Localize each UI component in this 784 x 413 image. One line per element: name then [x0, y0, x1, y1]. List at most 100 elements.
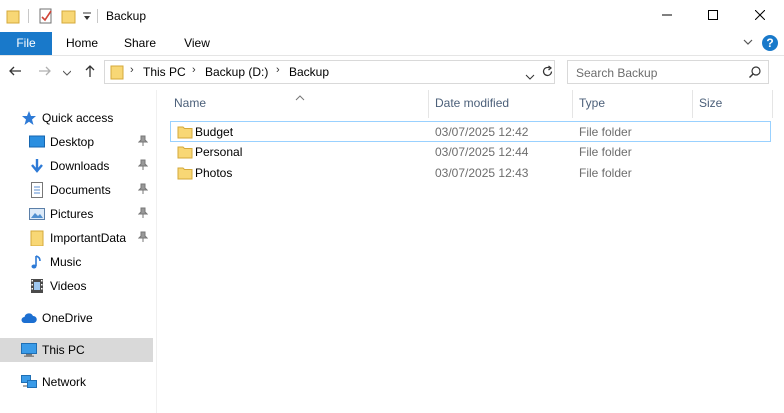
back-button[interactable] [6, 63, 24, 81]
breadcrumb-this-pc[interactable]: This PC [143, 65, 186, 79]
address-bar[interactable]: › This PC › Backup (D:) › Backup [104, 60, 555, 84]
column-separator[interactable] [692, 90, 693, 118]
folder-icon [110, 64, 124, 83]
cloud-icon [21, 310, 37, 326]
column-separator[interactable] [428, 90, 429, 118]
close-button[interactable] [736, 0, 784, 32]
column-separator[interactable] [572, 90, 573, 118]
back-arrow-icon [8, 65, 22, 80]
tab-home[interactable]: Home [58, 32, 106, 55]
sidebar-item-downloads[interactable]: Downloads [0, 154, 153, 178]
file-name: Photos [195, 166, 233, 180]
window-title: Backup [106, 9, 147, 23]
pin-icon [137, 159, 149, 174]
file-date-modified: 03/07/2025 12:42 [435, 125, 529, 139]
new-folder-icon[interactable] [61, 8, 77, 27]
sidebar-item-network[interactable]: Network [0, 370, 153, 394]
sidebar-item-label: Videos [50, 279, 87, 293]
pin-icon [137, 207, 149, 222]
recent-locations-button[interactable] [60, 63, 74, 81]
sidebar-item-this-pc[interactable]: This PC [0, 338, 153, 362]
column-header-type[interactable]: Type [579, 96, 605, 110]
sidebar-item-music[interactable]: Music [0, 250, 153, 274]
sidebar-item-label: Desktop [50, 135, 95, 149]
column-header-date-modified[interactable]: Date modified [435, 96, 509, 110]
minimize-button[interactable] [644, 0, 690, 32]
sidebar-item-onedrive[interactable]: OneDrive [0, 306, 153, 330]
sidebar-item-quick-access[interactable]: Quick access [0, 106, 153, 130]
table-row[interactable]: Budget 03/07/2025 12:42 File folder [170, 121, 771, 142]
computer-icon [21, 342, 37, 358]
sidebar-item-label: OneDrive [42, 311, 93, 325]
customize-dropdown-icon[interactable] [82, 11, 92, 25]
table-row[interactable]: Personal 03/07/2025 12:44 File folder [170, 142, 771, 163]
sidebar-item-label: Music [50, 255, 82, 269]
documents-icon [29, 182, 45, 198]
sidebar-item-pictures[interactable]: Pictures [0, 202, 153, 226]
sidebar-item-label: Quick access [42, 111, 114, 125]
breadcrumb-backup-drive[interactable]: Backup (D:) [205, 65, 268, 79]
folder-icon [29, 230, 45, 247]
pin-icon [137, 135, 149, 150]
file-type: File folder [579, 125, 632, 139]
search-box[interactable]: Search Backup [567, 60, 769, 84]
search-input[interactable]: Search Backup [576, 66, 657, 80]
folder-icon [177, 144, 193, 163]
search-icon[interactable] [748, 65, 762, 82]
sidebar-item-label: Documents [50, 183, 111, 197]
breadcrumb-separator-icon[interactable]: › [130, 64, 134, 76]
tab-file[interactable]: File [0, 32, 52, 55]
sidebar-item-label: Downloads [50, 159, 110, 173]
breadcrumb-separator-icon[interactable]: › [192, 64, 196, 76]
star-icon [21, 110, 37, 126]
file-name: Budget [195, 125, 234, 139]
file-date-modified: 03/07/2025 12:44 [435, 145, 529, 159]
table-row[interactable]: Photos 03/07/2025 12:43 File folder [170, 163, 771, 184]
column-header-name[interactable]: Name [174, 96, 206, 110]
toolbar-separator [28, 9, 29, 23]
properties-icon[interactable] [38, 8, 54, 27]
expand-ribbon-chevron-icon[interactable] [742, 36, 754, 51]
maximize-button[interactable] [690, 0, 736, 32]
recent-locations-chevron-icon [62, 65, 72, 79]
folder-icon[interactable] [6, 8, 20, 27]
folder-icon [177, 165, 193, 184]
music-icon [29, 254, 45, 270]
breadcrumb-backup[interactable]: Backup [289, 65, 329, 79]
sort-ascending-icon [295, 90, 305, 104]
up-arrow-icon [84, 64, 96, 81]
column-header-size[interactable]: Size [699, 96, 722, 110]
file-name: Personal [195, 145, 243, 159]
forward-button[interactable] [36, 63, 54, 81]
up-button[interactable] [81, 63, 99, 81]
help-button[interactable]: ? [762, 35, 778, 51]
file-type: File folder [579, 145, 632, 159]
maximize-icon [708, 9, 718, 23]
desktop-icon [29, 134, 45, 150]
pane-divider[interactable] [156, 90, 157, 413]
navigation-pane: Quick access Desktop Downloads Documents… [0, 90, 156, 413]
sidebar-item-videos[interactable]: Videos [0, 274, 153, 298]
sidebar-item-label: Pictures [50, 207, 94, 221]
ribbon: File Home Share View ? [0, 32, 784, 56]
minimize-icon [662, 9, 672, 23]
column-separator[interactable] [772, 90, 773, 118]
sidebar-item-documents[interactable]: Documents [0, 178, 153, 202]
title-bar: Backup [0, 0, 784, 32]
pin-icon [137, 231, 149, 246]
file-type: File folder [579, 166, 632, 180]
refresh-icon[interactable] [541, 65, 554, 81]
tab-share[interactable]: Share [116, 32, 164, 55]
pin-icon [137, 183, 149, 198]
sidebar-item-label: Network [42, 375, 87, 389]
pictures-icon [29, 206, 45, 222]
sidebar-item-label: This PC [42, 343, 85, 357]
sidebar-item-desktop[interactable]: Desktop [0, 130, 153, 154]
toolbar-separator [97, 9, 98, 23]
tab-view[interactable]: View [173, 32, 221, 55]
close-icon [754, 9, 766, 23]
address-dropdown-icon[interactable] [525, 69, 535, 83]
sidebar-item-importantdata[interactable]: ImportantData [0, 226, 153, 250]
breadcrumb-separator-icon[interactable]: › [276, 64, 280, 76]
file-date-modified: 03/07/2025 12:43 [435, 166, 529, 180]
